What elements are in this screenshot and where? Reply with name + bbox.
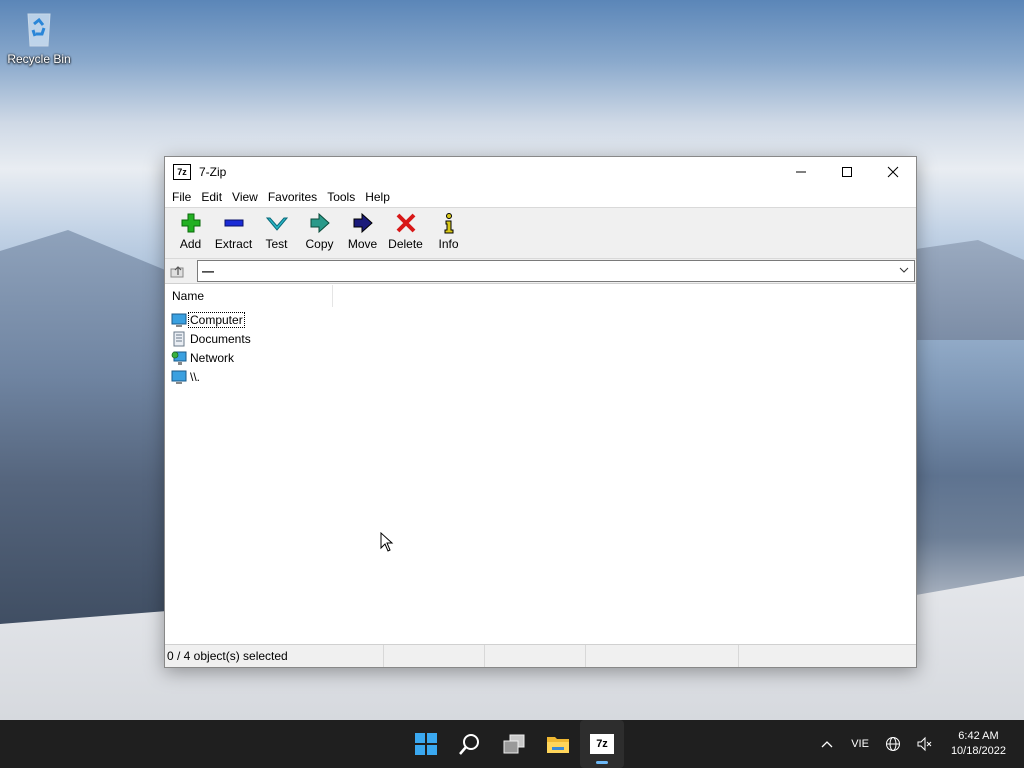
windows-logo-icon xyxy=(415,733,437,755)
start-button[interactable] xyxy=(404,720,448,768)
list-item-network[interactable]: Network xyxy=(165,348,916,367)
move-icon xyxy=(353,212,373,234)
clock-date: 10/18/2022 xyxy=(950,745,1006,757)
search-button[interactable] xyxy=(448,720,492,768)
list-item-label: Network xyxy=(190,350,235,365)
copy-label: Copy xyxy=(305,237,334,251)
extract-icon xyxy=(224,219,243,227)
window-title: 7-Zip xyxy=(199,165,227,179)
clock[interactable]: 6:42 AM 10/18/2022 xyxy=(951,729,1006,759)
menu-file[interactable]: File xyxy=(167,190,196,204)
search-icon xyxy=(459,734,479,755)
task-view-icon xyxy=(503,734,525,754)
menu-favorites[interactable]: Favorites xyxy=(263,190,322,204)
sevenzip-taskbar-button[interactable]: 7z xyxy=(580,720,624,768)
maximize-icon xyxy=(842,167,852,177)
recycle-bin-desktop-icon[interactable]: Recycle Bin xyxy=(4,8,74,66)
sevenzip-window: 7z 7-Zip File Edit View Favorites Tools … xyxy=(164,156,917,668)
globe-icon xyxy=(885,737,900,751)
menu-edit[interactable]: Edit xyxy=(196,190,227,204)
minimize-button[interactable] xyxy=(778,157,824,187)
system-tray: VIE 6:42 AM 10/18/2022 xyxy=(811,720,1024,768)
network-status-button[interactable] xyxy=(885,736,901,752)
task-view-button[interactable] xyxy=(492,720,536,768)
address-bar: — xyxy=(165,259,916,284)
status-size xyxy=(384,645,485,667)
status-packed xyxy=(485,645,586,667)
address-input[interactable]: — xyxy=(197,260,915,282)
show-hidden-icons-button[interactable] xyxy=(819,736,835,752)
folder-icon xyxy=(547,737,569,753)
sevenzip-taskbar-icon: 7z xyxy=(590,734,614,754)
move-button[interactable]: Move xyxy=(341,208,384,251)
add-label: Add xyxy=(179,237,202,251)
close-icon xyxy=(887,166,899,178)
wallpaper-mountain-right xyxy=(909,240,1024,340)
chevron-up-icon xyxy=(821,741,833,748)
list-item-documents[interactable]: Documents xyxy=(165,329,916,348)
list-header: Name xyxy=(165,285,916,307)
file-explorer-button[interactable] xyxy=(536,720,580,768)
list-item-label: \\. xyxy=(190,369,201,384)
menu-bar: File Edit View Favorites Tools Help xyxy=(165,187,916,207)
copy-button[interactable]: Copy xyxy=(298,208,341,251)
up-folder-button[interactable] xyxy=(165,260,189,282)
up-folder-icon xyxy=(170,266,184,278)
list-item-computer[interactable]: Computer xyxy=(165,310,916,329)
move-label: Move xyxy=(347,237,378,251)
info-icon xyxy=(444,213,453,234)
test-icon xyxy=(265,217,288,231)
list-item-label: Computer xyxy=(188,311,245,328)
address-value: — xyxy=(202,264,214,278)
extract-button[interactable]: Extract xyxy=(212,208,255,251)
wallpaper-mountain-left xyxy=(0,230,170,650)
status-selection: 0 / 4 object(s) selected xyxy=(165,645,384,667)
recycle-bin-icon xyxy=(22,8,56,48)
documents-icon xyxy=(173,331,185,346)
file-list[interactable]: Name Computer Documents Network \\. xyxy=(165,285,916,643)
info-button[interactable]: Info xyxy=(427,208,470,251)
speaker-muted-icon xyxy=(917,736,932,752)
list-item-label: Documents xyxy=(190,331,251,346)
taskbar: 7z VIE 6:42 AM 10/18/2022 xyxy=(0,720,1024,768)
language-indicator[interactable]: VIE xyxy=(851,738,869,750)
add-button[interactable]: Add xyxy=(169,208,212,251)
recycle-bin-label: Recycle Bin xyxy=(7,52,71,66)
computer-icon xyxy=(171,313,187,327)
mouse-cursor-icon xyxy=(380,532,394,552)
column-header-name[interactable]: Name xyxy=(165,285,333,307)
test-button[interactable]: Test xyxy=(255,208,298,251)
delete-button[interactable]: Delete xyxy=(384,208,427,251)
minimize-icon xyxy=(796,171,806,173)
computer-icon xyxy=(171,370,187,384)
menu-view[interactable]: View xyxy=(227,190,263,204)
sevenzip-app-icon: 7z xyxy=(173,164,191,180)
copy-icon xyxy=(310,212,330,234)
clock-time: 6:42 AM xyxy=(958,730,999,742)
chevron-down-icon[interactable] xyxy=(898,264,910,276)
close-button[interactable] xyxy=(870,157,916,187)
toolbar: Add Extract Test Copy Move Delete Info xyxy=(165,207,916,259)
volume-button[interactable] xyxy=(917,736,933,752)
list-item-unc[interactable]: \\. xyxy=(165,367,916,386)
network-icon xyxy=(171,351,187,365)
test-label: Test xyxy=(265,237,288,251)
info-label: Info xyxy=(438,237,459,251)
title-bar[interactable]: 7z 7-Zip xyxy=(165,157,916,187)
status-date xyxy=(586,645,739,667)
active-indicator xyxy=(596,761,608,764)
add-icon xyxy=(181,213,200,233)
maximize-button[interactable] xyxy=(824,157,870,187)
menu-help[interactable]: Help xyxy=(360,190,395,204)
menu-tools[interactable]: Tools xyxy=(322,190,360,204)
status-bar: 0 / 4 object(s) selected xyxy=(165,644,916,667)
delete-label: Delete xyxy=(388,237,423,251)
delete-icon xyxy=(396,213,415,233)
extract-label: Extract xyxy=(214,237,253,251)
